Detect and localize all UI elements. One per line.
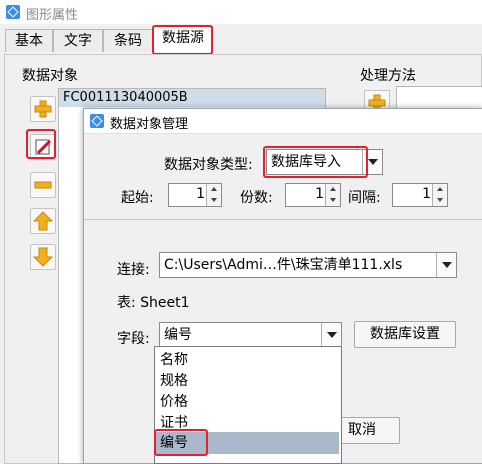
interval-stepper[interactable]: 1 <box>392 183 448 207</box>
highlight-selected-field <box>154 429 208 456</box>
highlight-datasource-tab <box>152 25 213 55</box>
move-down-button[interactable] <box>30 244 56 270</box>
table-text: 表: Sheet1 <box>117 295 190 311</box>
tab-basic[interactable]: 基本 <box>5 29 53 52</box>
database-settings-button[interactable]: 数据库设置 <box>354 321 456 348</box>
window-title: 图形属性 <box>26 8 79 23</box>
highlight-type-select <box>263 146 368 178</box>
move-down-icon <box>32 247 54 267</box>
interval-label: 间隔: <box>348 190 381 206</box>
remove-icon <box>34 181 52 189</box>
field-value: 编号 <box>164 327 192 343</box>
chevron-down-icon[interactable] <box>321 323 341 347</box>
list-item[interactable]: 名称 <box>155 350 339 370</box>
field-label: 字段: <box>117 331 150 347</box>
type-label: 数据对象类型: <box>164 157 253 173</box>
tab-barcode[interactable]: 条码 <box>103 29 153 52</box>
tab-bar: 基本 文字 条码 数据源 <box>0 24 482 55</box>
copies-stepper[interactable]: 1 <box>285 183 341 207</box>
decrement-icon[interactable] <box>206 195 221 206</box>
decrement-icon[interactable] <box>325 195 340 206</box>
list-item[interactable]: 规格 <box>155 371 339 391</box>
add-button[interactable] <box>30 96 56 122</box>
start-label: 起始: <box>121 190 154 206</box>
data-object-label: 数据对象 <box>22 68 78 84</box>
remove-button[interactable] <box>30 172 56 198</box>
move-up-icon <box>32 211 54 231</box>
start-stepper[interactable]: 1 <box>168 183 222 207</box>
dialog-title: 数据对象管理 <box>110 117 189 132</box>
connection-label: 连接: <box>117 262 150 278</box>
copies-label: 份数: <box>240 190 273 206</box>
window-title-bar: 图形属性 <box>0 0 482 24</box>
copies-value: 1 <box>315 186 324 202</box>
add-icon <box>34 100 52 118</box>
decrement-icon[interactable] <box>432 195 447 206</box>
divider <box>84 219 482 220</box>
chevron-down-icon[interactable] <box>436 253 456 277</box>
app-icon <box>6 5 20 19</box>
start-value: 1 <box>196 186 205 202</box>
processing-method-label: 处理方法 <box>360 68 416 84</box>
highlight-edit-button <box>26 129 56 159</box>
connection-select[interactable]: C:\Users\Admi…件\珠宝清单111.xls <box>159 252 457 278</box>
dialog-title-bar: 数据对象管理 <box>84 109 482 134</box>
list-item[interactable]: 价格 <box>155 392 339 412</box>
interval-value: 1 <box>422 186 431 202</box>
move-up-button[interactable] <box>30 208 56 234</box>
list-item[interactable]: FC001113040005B <box>59 89 325 107</box>
field-select[interactable]: 编号 <box>159 322 342 348</box>
connection-value: C:\Users\Admi…件\珠宝清单111.xls <box>164 257 403 273</box>
app-icon <box>90 114 104 128</box>
tab-text[interactable]: 文字 <box>53 29 103 52</box>
